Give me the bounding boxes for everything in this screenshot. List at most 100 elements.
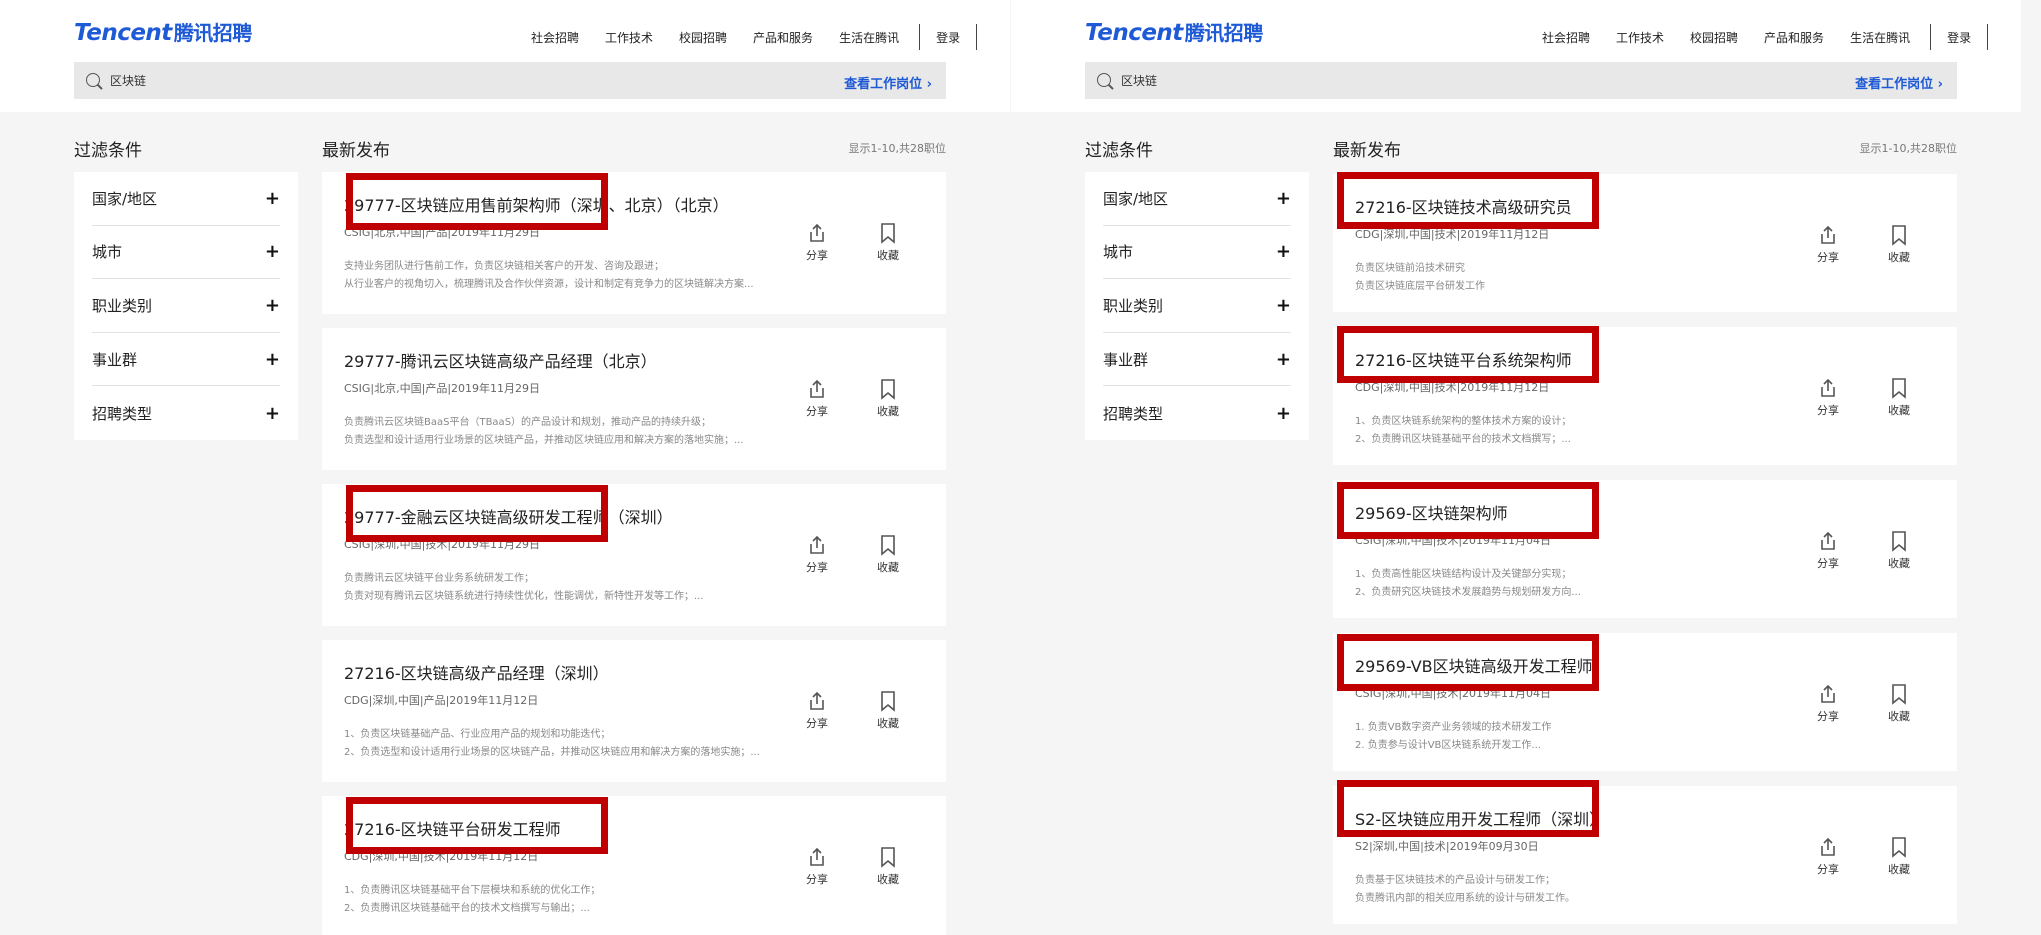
- filter-title: 过滤条件: [74, 141, 142, 161]
- favorite-button[interactable]: 收藏: [1879, 530, 1919, 571]
- favorite-button[interactable]: 收藏: [1879, 224, 1919, 265]
- share-button[interactable]: 分享: [797, 378, 837, 419]
- bookmark-icon: [1892, 378, 1906, 399]
- view-jobs-link[interactable]: 查看工作岗位 ›: [1855, 73, 1943, 92]
- share-button[interactable]: 分享: [797, 534, 837, 575]
- plus-icon: +: [1275, 187, 1291, 209]
- favorite-button[interactable]: 收藏: [1879, 836, 1919, 877]
- job-title[interactable]: 27216-区块链技术高级研究员: [1355, 194, 1572, 218]
- share-icon: [810, 535, 824, 554]
- share-button[interactable]: 分享: [1808, 377, 1848, 418]
- job-card[interactable]: 29569-区块链架构师 CSIG|深圳,中国|技术|2019年11月04日 1…: [1333, 480, 1957, 618]
- login-link[interactable]: 登录: [1947, 29, 1971, 46]
- nav-campus-hiring[interactable]: 校园招聘: [1690, 29, 1738, 46]
- job-title[interactable]: 29569-VB区块链高级开发工程师: [1355, 653, 1593, 677]
- job-card[interactable]: 27216-区块链平台研发工程师 CDG|深圳,中国|技术|2019年11月12…: [322, 796, 946, 935]
- filter-city[interactable]: 城市 +: [1103, 226, 1291, 280]
- plus-icon: +: [1275, 348, 1291, 370]
- favorite-button[interactable]: 收藏: [868, 690, 908, 731]
- nav-products[interactable]: 产品和服务: [753, 29, 813, 46]
- share-icon: [1821, 225, 1835, 244]
- job-meta: CSIG|北京,中国|产品|2019年11月29日: [344, 226, 541, 239]
- bookmark-icon: [881, 847, 895, 868]
- share-button[interactable]: 分享: [1808, 836, 1848, 877]
- nav-tech[interactable]: 工作技术: [1616, 29, 1664, 46]
- job-card[interactable]: S2-区块链应用开发工程师（深圳） S2|深圳,中国|技术|2019年09月30…: [1333, 786, 1957, 924]
- filter-category[interactable]: 职业类别 +: [1103, 279, 1291, 333]
- nav-life-at-tencent[interactable]: 生活在腾讯: [839, 29, 899, 46]
- plus-icon: +: [1275, 294, 1291, 316]
- job-card[interactable]: 27216-区块链高级产品经理（深圳） CDG|深圳,中国|产品|2019年11…: [322, 640, 946, 782]
- job-title[interactable]: 27216-区块链平台研发工程师: [344, 816, 561, 840]
- search-input[interactable]: [110, 62, 710, 99]
- job-title[interactable]: 27216-区块链平台系统架构师: [1355, 347, 1572, 371]
- job-card[interactable]: 29777-区块链应用售前架构师（深圳、北京）（北京） CSIG|北京,中国|产…: [322, 172, 946, 314]
- filter-country[interactable]: 国家/地区 +: [1103, 172, 1291, 226]
- nav-social-hiring[interactable]: 社会招聘: [1542, 29, 1590, 46]
- tencent-logo[interactable]: Tencent 腾讯招聘: [1085, 17, 1263, 46]
- job-meta: CDG|深圳,中国|技术|2019年11月12日: [344, 850, 539, 863]
- favorite-button[interactable]: 收藏: [868, 846, 908, 887]
- job-description: 1、负责腾讯区块链基础平台下层模块和系统的优化工作； 2、负责腾讯区块链基础平台的…: [344, 885, 601, 914]
- bookmark-icon: [881, 223, 895, 244]
- nav-products[interactable]: 产品和服务: [1764, 29, 1824, 46]
- favorite-button[interactable]: 收藏: [1879, 683, 1919, 724]
- job-card[interactable]: 27216-区块链平台系统架构师 CDG|深圳,中国|技术|2019年11月12…: [1333, 327, 1957, 465]
- top-nav: 社会招聘 工作技术 校园招聘 产品和服务 生活在腾讯 登录: [1542, 24, 1989, 50]
- share-button[interactable]: 分享: [797, 222, 837, 263]
- nav-divider: [976, 24, 978, 50]
- nav-life-at-tencent[interactable]: 生活在腾讯: [1850, 29, 1910, 46]
- share-icon: [1821, 531, 1835, 550]
- job-meta: CSIG|深圳,中国|技术|2019年11月04日: [1355, 687, 1552, 700]
- job-title[interactable]: S2-区块链应用开发工程师（深圳）: [1355, 806, 1605, 830]
- share-button[interactable]: 分享: [1808, 530, 1848, 571]
- share-button[interactable]: 分享: [1808, 683, 1848, 724]
- job-meta: S2|深圳,中国|技术|2019年09月30日: [1355, 840, 1539, 853]
- bookmark-icon: [881, 535, 895, 556]
- filter-business-group[interactable]: 事业群 +: [92, 333, 280, 387]
- nav-divider: [1930, 24, 1932, 50]
- nav-tech[interactable]: 工作技术: [605, 29, 653, 46]
- job-title[interactable]: 29777-区块链应用售前架构师（深圳、北京）（北京）: [344, 192, 729, 216]
- search-icon: [86, 73, 100, 87]
- job-card[interactable]: 29777-金融云区块链高级研发工程师（深圳） CSIG|深圳,中国|技术|20…: [322, 484, 946, 626]
- search-input[interactable]: [1121, 62, 1721, 99]
- job-title[interactable]: 29777-金融云区块链高级研发工程师（深圳）: [344, 504, 673, 528]
- header: Tencent 腾讯招聘 社会招聘 工作技术 校园招聘 产品和服务 生活在腾讯 登…: [0, 0, 1010, 112]
- share-button[interactable]: 分享: [797, 690, 837, 731]
- tencent-logo[interactable]: Tencent 腾讯招聘: [74, 17, 252, 46]
- favorite-button[interactable]: 收藏: [868, 534, 908, 575]
- favorite-button[interactable]: 收藏: [1879, 377, 1919, 418]
- search-icon: [1097, 73, 1111, 87]
- filter-city[interactable]: 城市 +: [92, 226, 280, 280]
- filter-category[interactable]: 职业类别 +: [92, 279, 280, 333]
- job-title[interactable]: 29777-腾讯云区块链高级产品经理（北京）: [344, 348, 657, 372]
- filter-hiring-type[interactable]: 招聘类型 +: [1103, 386, 1291, 440]
- job-card[interactable]: 27216-区块链技术高级研究员 CDG|深圳,中国|技术|2019年11月12…: [1333, 174, 1957, 312]
- bookmark-icon: [881, 379, 895, 400]
- share-icon: [810, 691, 824, 710]
- share-button[interactable]: 分享: [1808, 224, 1848, 265]
- nav-social-hiring[interactable]: 社会招聘: [531, 29, 579, 46]
- filter-hiring-type[interactable]: 招聘类型 +: [92, 386, 280, 440]
- share-button[interactable]: 分享: [797, 846, 837, 887]
- filter-business-group[interactable]: 事业群 +: [1103, 333, 1291, 387]
- favorite-button[interactable]: 收藏: [868, 222, 908, 263]
- job-card[interactable]: 29569-VB区块链高级开发工程师 CSIG|深圳,中国|技术|2019年11…: [1333, 633, 1957, 771]
- plus-icon: +: [264, 294, 280, 316]
- nav-campus-hiring[interactable]: 校园招聘: [679, 29, 727, 46]
- plus-icon: +: [264, 402, 280, 424]
- filter-country[interactable]: 国家/地区 +: [92, 172, 280, 226]
- job-card[interactable]: 29777-腾讯云区块链高级产品经理（北京） CSIG|北京,中国|产品|201…: [322, 328, 946, 470]
- favorite-button[interactable]: 收藏: [868, 378, 908, 419]
- filter-panel: 国家/地区 + 城市 + 职业类别 + 事业群 + 招聘类型 +: [1085, 172, 1309, 440]
- header: Tencent 腾讯招聘 社会招聘 工作技术 校园招聘 产品和服务 生活在腾讯 登…: [1011, 0, 2021, 112]
- plus-icon: +: [264, 348, 280, 370]
- bookmark-icon: [881, 691, 895, 712]
- latest-title: 最新发布: [322, 141, 390, 161]
- view-jobs-link[interactable]: 查看工作岗位 ›: [844, 73, 932, 92]
- login-link[interactable]: 登录: [936, 29, 960, 46]
- job-title[interactable]: 27216-区块链高级产品经理（深圳）: [344, 660, 609, 684]
- plus-icon: +: [264, 241, 280, 263]
- job-title[interactable]: 29569-区块链架构师: [1355, 500, 1508, 524]
